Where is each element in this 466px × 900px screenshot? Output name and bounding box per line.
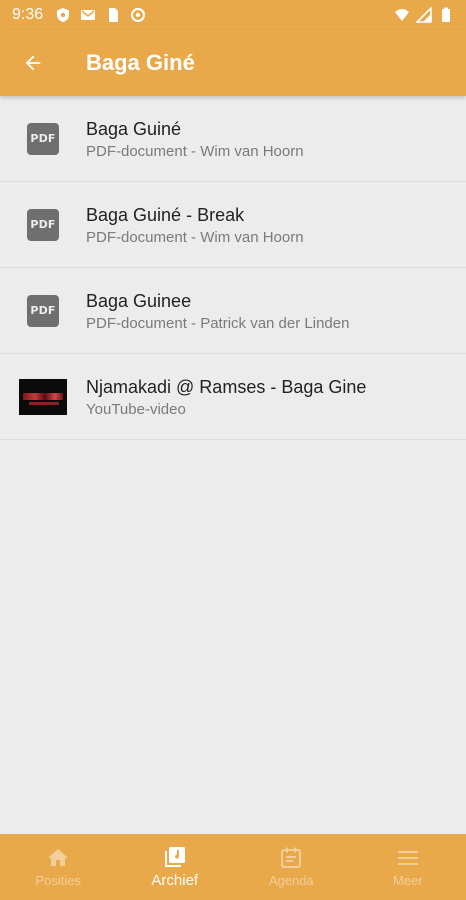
wifi-icon [395,9,409,21]
nav-label: Agenda [268,873,314,888]
list-item[interactable]: PDF Baga Guiné PDF-document - Wim van Ho… [0,96,466,182]
pdf-icon: PDF [27,122,59,155]
battery-icon [442,7,450,22]
archive-list: PDF Baga Guiné PDF-document - Wim van Ho… [0,96,466,440]
back-button[interactable] [0,30,66,96]
signal-icon [416,7,432,23]
nav-item-archief[interactable]: Archief [117,834,234,900]
menu-icon [397,851,418,865]
item-title: Njamakadi @ Ramses - Baga Gine [86,376,367,397]
video-thumbnail [19,378,67,415]
archive-icon [164,847,185,867]
calendar-icon [281,847,302,868]
shield-icon [57,8,70,22]
item-title: Baga Guinee [86,290,192,311]
app-screen: 9:36 Baga Giné PDF Baga Guiné PDF-docume… [0,0,466,900]
pdf-icon: PDF [27,294,59,327]
pdf-icon: PDF [27,208,59,241]
list-item[interactable]: PDF Baga Guiné - Break PDF-document - Wi… [0,182,466,268]
sync-icon [131,8,146,22]
status-bar: 9:36 [0,0,466,30]
item-subtitle: YouTube-video [86,400,186,418]
nav-item-meer[interactable]: Meer [350,834,466,900]
app-bar: Baga Giné [0,30,466,96]
nav-label: Archief [151,872,199,889]
item-subtitle: PDF-document - Wim van Hoorn [86,228,304,246]
page-title: Baga Giné [86,50,195,75]
status-notification-icons [55,7,146,23]
item-subtitle: PDF-document - Wim van Hoorn [86,142,304,160]
mail-icon [81,10,96,20]
bottom-navigation: Posities Archief Agenda Meer [0,834,466,900]
nav-label: Posities [35,873,82,888]
item-title: Baga Guiné [86,118,182,139]
item-thumbnail: PDF [0,268,86,354]
item-thumbnail: PDF [0,96,86,182]
item-title: Baga Guiné - Break [86,204,245,225]
list-item[interactable]: PDF Baga Guinee PDF-document - Patrick v… [0,268,466,354]
item-thumbnail [0,354,86,440]
nav-label: Meer [392,873,423,888]
arrow-left-icon [25,55,41,71]
list-item[interactable]: Njamakadi @ Ramses - Baga Gine YouTube-v… [0,354,466,440]
home-icon [48,849,69,866]
status-system-icons [394,7,454,23]
status-time: 9:36 [12,6,44,23]
sim-card-icon [109,8,119,22]
nav-item-agenda[interactable]: Agenda [233,834,350,900]
item-thumbnail: PDF [0,182,86,268]
item-subtitle: PDF-document - Patrick van der Linden [86,314,350,332]
nav-item-posities[interactable]: Posities [0,834,117,900]
